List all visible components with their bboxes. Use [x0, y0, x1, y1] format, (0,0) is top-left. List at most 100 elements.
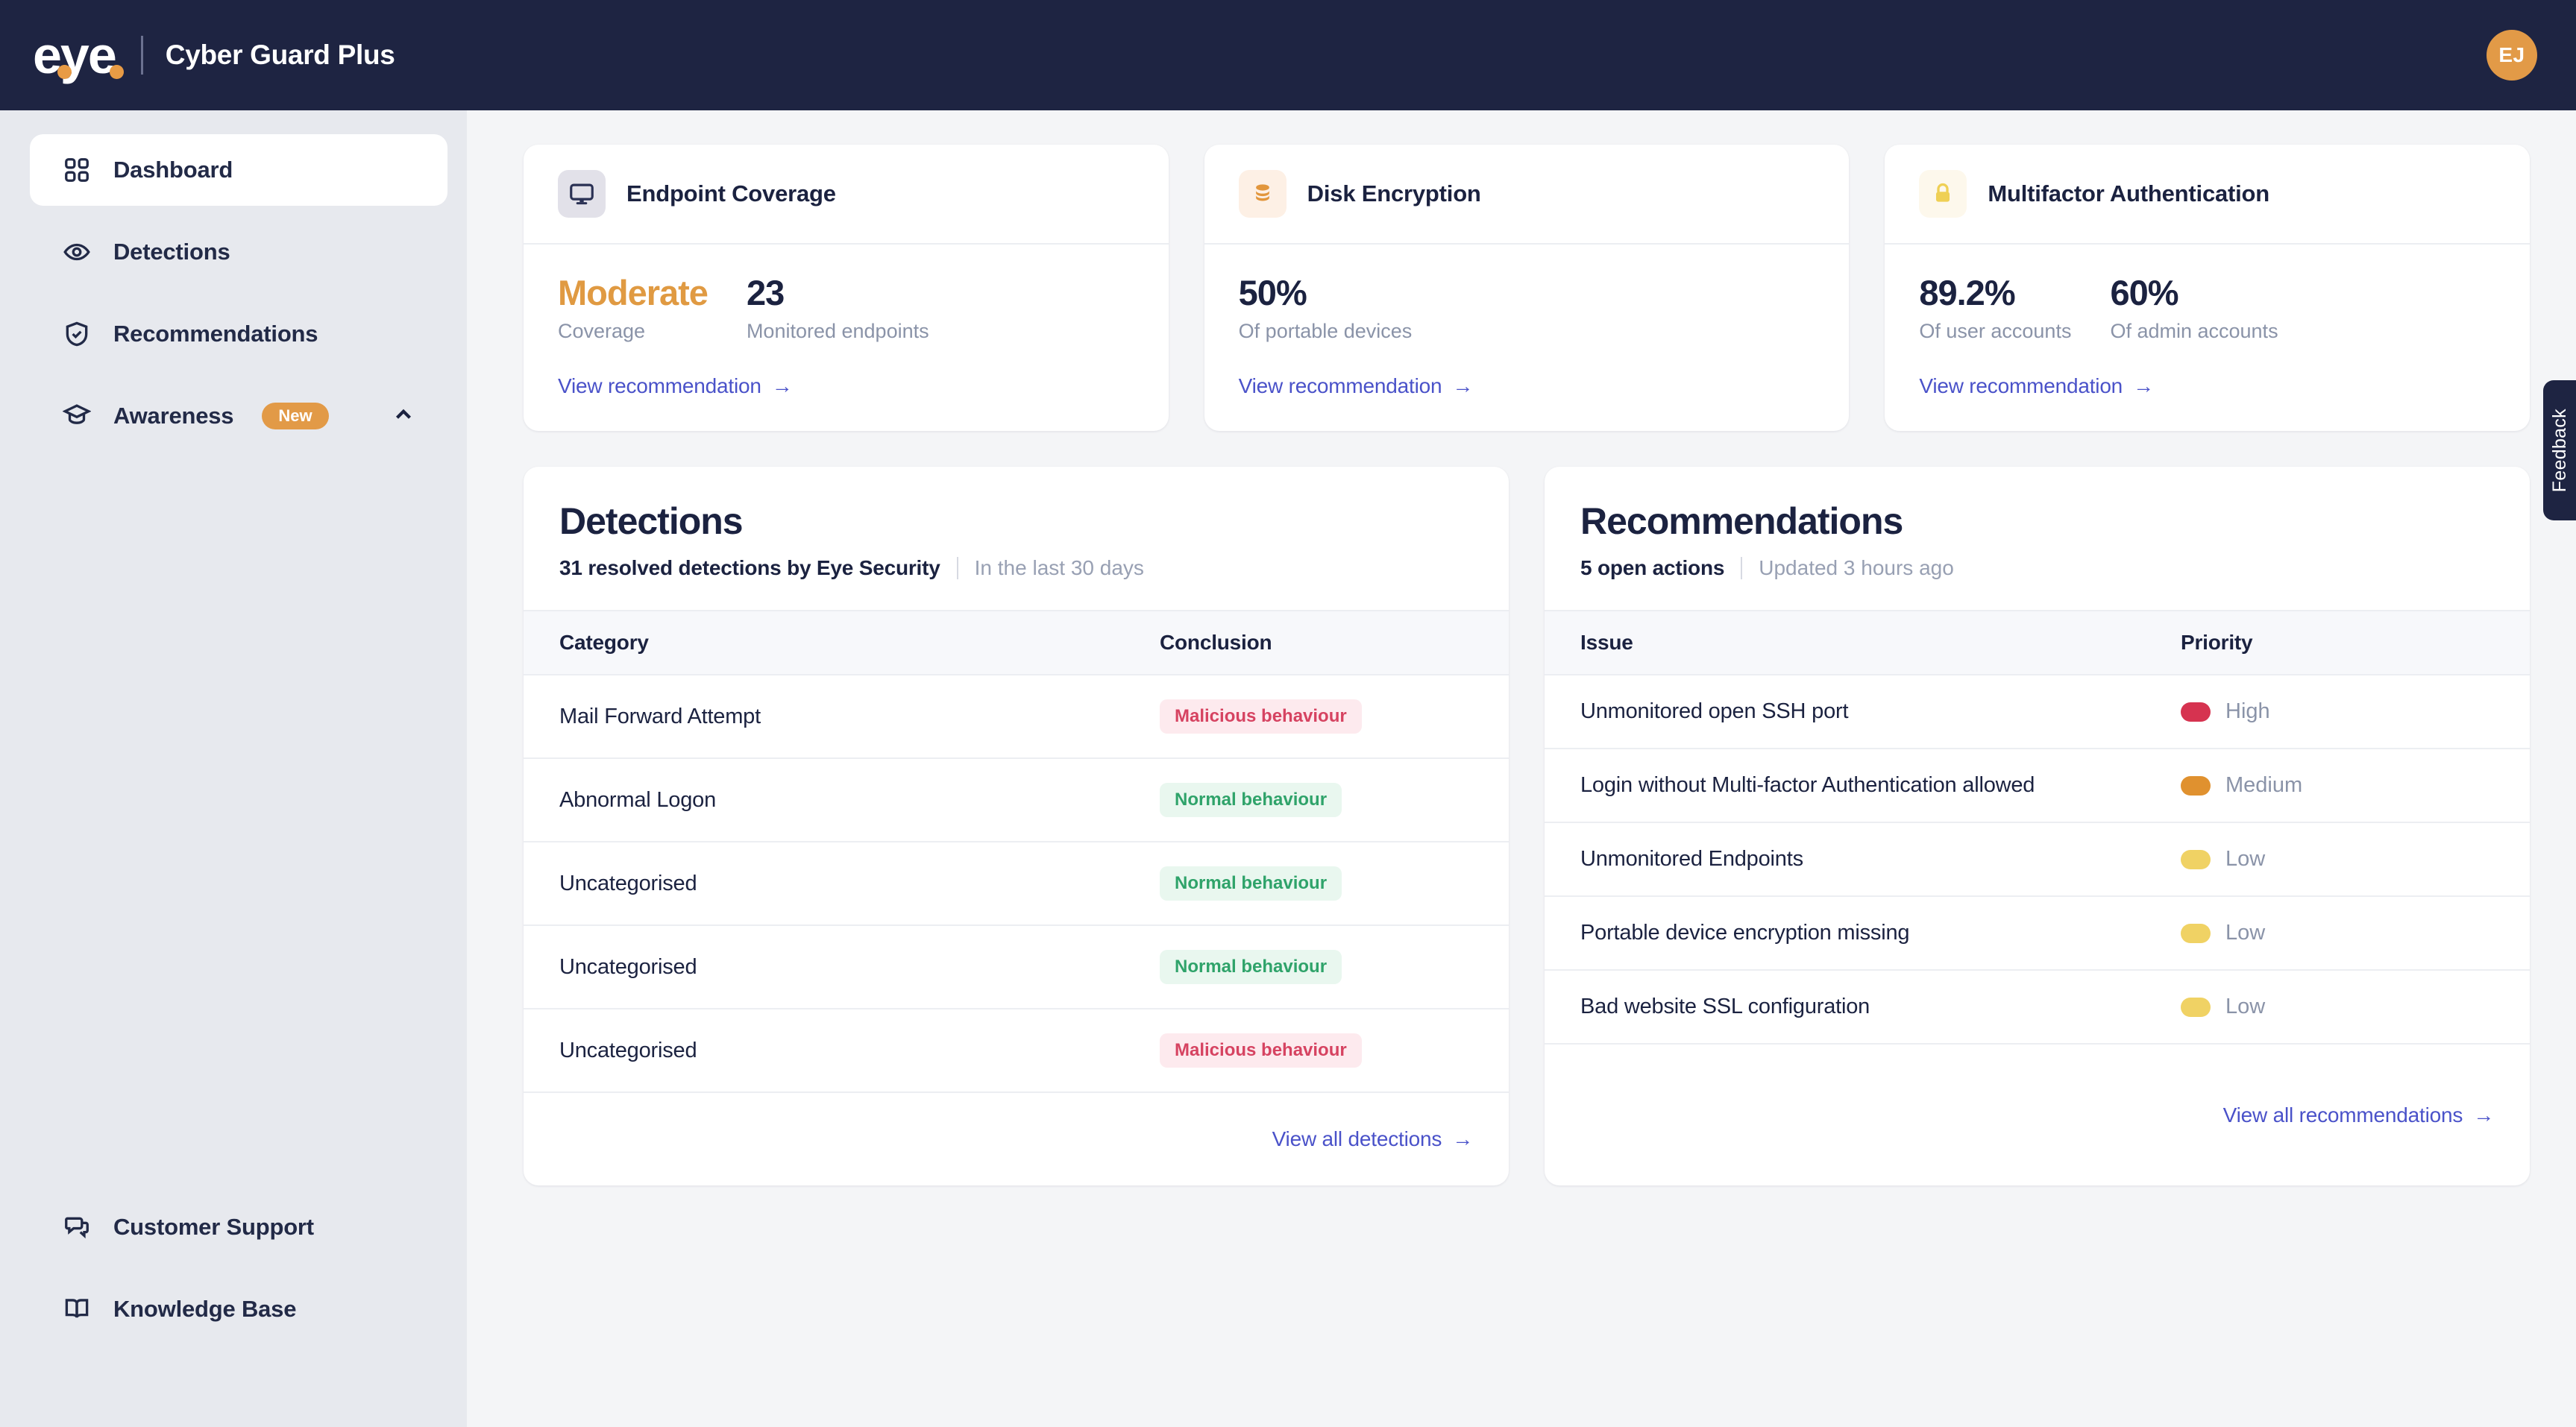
arrow-right-icon: → — [2473, 1103, 2494, 1127]
avatar[interactable]: EJ — [2487, 30, 2537, 81]
detection-conclusion-cell: Normal behaviour — [1160, 950, 1473, 984]
card-body: 89.2% Of user accounts 60% Of admin acco… — [1885, 245, 2530, 431]
page-title: Detections — [559, 500, 1473, 543]
sidebar-item-detections[interactable]: Detections — [30, 216, 447, 288]
sidebar-item-dashboard[interactable]: Dashboard — [30, 134, 447, 206]
column-header-conclusion: Conclusion — [1160, 631, 1473, 655]
stat-label: Coverage — [558, 320, 708, 343]
main-content: Endpoint Coverage Moderate Coverage 23 M… — [477, 110, 2576, 1427]
stat-block: 89.2% Of user accounts — [1919, 274, 2071, 343]
priority-dot-icon — [2181, 924, 2211, 943]
panel-header: Detections 31 resolved detections by Eye… — [524, 467, 1509, 610]
priority-dot-icon — [2181, 776, 2211, 796]
detection-category: Uncategorised — [559, 1039, 1160, 1063]
priority-indicator: Low — [2181, 847, 2265, 872]
card-body: Moderate Coverage 23 Monitored endpoints… — [524, 245, 1169, 431]
sidebar: Dashboard Detections Recommendations Awa… — [0, 110, 477, 1427]
stat-value: 89.2% — [1919, 274, 2071, 311]
stat-value: Moderate — [558, 274, 708, 311]
recommendation-issue: Unmonitored Endpoints — [1580, 847, 2181, 872]
table-row[interactable]: Mail Forward Attempt Malicious behaviour — [524, 675, 1509, 759]
brand-logo[interactable]: eye Cyber Guard Plus — [33, 29, 395, 81]
table-row[interactable]: Abnormal Logon Normal behaviour — [524, 759, 1509, 842]
sidebar-item-label: Recommendations — [113, 321, 318, 347]
arrow-right-icon: → — [772, 374, 793, 398]
stat-block: 23 Monitored endpoints — [747, 274, 929, 343]
detection-conclusion-cell: Normal behaviour — [1160, 783, 1473, 817]
card-endpoint-coverage: Endpoint Coverage Moderate Coverage 23 M… — [524, 145, 1169, 431]
recommendation-issue: Login without Multi-factor Authenticatio… — [1580, 773, 2181, 798]
priority-label: Low — [2225, 847, 2265, 872]
sidebar-scrollbar[interactable] — [467, 110, 477, 1427]
recommendation-issue: Bad website SSL configuration — [1580, 995, 2181, 1019]
view-all-detections-link[interactable]: View all detections → — [1272, 1127, 1473, 1151]
column-header-priority: Priority — [2181, 631, 2494, 655]
eye-icon — [61, 236, 92, 268]
view-all-recommendations-link[interactable]: View all recommendations → — [2223, 1103, 2494, 1127]
link-label: View recommendation — [1919, 374, 2123, 398]
feedback-tab[interactable]: Feedback — [2543, 380, 2576, 520]
panels-row: Detections 31 resolved detections by Eye… — [524, 467, 2530, 1185]
column-header-issue: Issue — [1580, 631, 2181, 655]
chat-icon — [61, 1212, 92, 1243]
lock-icon — [1919, 170, 1967, 218]
column-header-category: Category — [559, 631, 1160, 655]
card-header: Disk Encryption — [1204, 145, 1850, 245]
status-badge: Normal behaviour — [1160, 866, 1342, 901]
subtitle-divider — [1741, 557, 1742, 579]
sidebar-item-knowledge-base[interactable]: Knowledge Base — [30, 1273, 447, 1345]
detection-category: Mail Forward Attempt — [559, 705, 1160, 729]
shield-check-icon — [61, 318, 92, 350]
detection-category: Uncategorised — [559, 955, 1160, 980]
table-row[interactable]: Bad website SSL configuration Low — [1545, 971, 2530, 1045]
recommendation-priority-cell: Low — [2181, 847, 2494, 872]
view-recommendation-link[interactable]: View recommendation → — [1919, 374, 2154, 398]
table-row[interactable]: Uncategorised Normal behaviour — [524, 926, 1509, 1009]
chevron-up-icon[interactable] — [391, 402, 416, 431]
stat-value: 60% — [2110, 274, 2278, 311]
table-row[interactable]: Unmonitored Endpoints Low — [1545, 823, 2530, 897]
table-header: Issue Priority — [1545, 610, 2530, 675]
sidebar-item-recommendations[interactable]: Recommendations — [30, 298, 447, 370]
stat-value: 23 — [747, 274, 929, 311]
view-recommendation-link[interactable]: View recommendation → — [1239, 374, 1474, 398]
table-row[interactable]: Portable device encryption missing Low — [1545, 897, 2530, 971]
panel-subtitle: 5 open actions Updated 3 hours ago — [1580, 556, 2494, 580]
table-row[interactable]: Login without Multi-factor Authenticatio… — [1545, 749, 2530, 823]
link-label: View recommendation — [1239, 374, 1442, 398]
panel-footer: View all detections → — [524, 1093, 1509, 1185]
view-recommendation-link[interactable]: View recommendation → — [558, 374, 793, 398]
priority-dot-icon — [2181, 850, 2211, 869]
graduation-cap-icon — [61, 400, 92, 432]
top-bar: eye Cyber Guard Plus EJ — [0, 0, 2576, 110]
metric-cards-row: Endpoint Coverage Moderate Coverage 23 M… — [524, 145, 2530, 431]
card-multifactor-authentication: Multifactor Authentication 89.2% Of user… — [1885, 145, 2530, 431]
priority-label: Low — [2225, 921, 2265, 945]
priority-indicator: Low — [2181, 995, 2265, 1019]
sidebar-item-label: Dashboard — [113, 157, 233, 183]
arrow-right-icon: → — [1452, 1127, 1473, 1151]
sidebar-item-customer-support[interactable]: Customer Support — [30, 1191, 447, 1263]
card-title: Disk Encryption — [1307, 180, 1481, 207]
priority-label: High — [2225, 699, 2270, 724]
sidebar-item-awareness[interactable]: Awareness New — [30, 380, 447, 452]
detection-category: Uncategorised — [559, 872, 1160, 896]
priority-dot-icon — [2181, 702, 2211, 722]
recommendation-priority-cell: Low — [2181, 995, 2494, 1019]
priority-dot-icon — [2181, 998, 2211, 1017]
monitor-icon — [558, 170, 606, 218]
stat-block: 60% Of admin accounts — [2110, 274, 2278, 343]
detection-category: Abnormal Logon — [559, 788, 1160, 813]
recommendation-issue: Unmonitored open SSH port — [1580, 699, 2181, 724]
table-row[interactable]: Uncategorised Normal behaviour — [524, 842, 1509, 926]
recommendation-priority-cell: Low — [2181, 921, 2494, 945]
card-title: Endpoint Coverage — [626, 180, 836, 207]
table-row[interactable]: Uncategorised Malicious behaviour — [524, 1009, 1509, 1093]
status-badge: Normal behaviour — [1160, 950, 1342, 984]
sidebar-bottom-group: Customer Support Knowledge Base — [0, 1191, 477, 1345]
table-row[interactable]: Unmonitored open SSH port High — [1545, 675, 2530, 749]
product-title: Cyber Guard Plus — [166, 40, 395, 71]
sidebar-item-label: Knowledge Base — [113, 1296, 296, 1323]
card-header: Endpoint Coverage — [524, 145, 1169, 245]
stat-block: 50% Of portable devices — [1239, 274, 1413, 343]
